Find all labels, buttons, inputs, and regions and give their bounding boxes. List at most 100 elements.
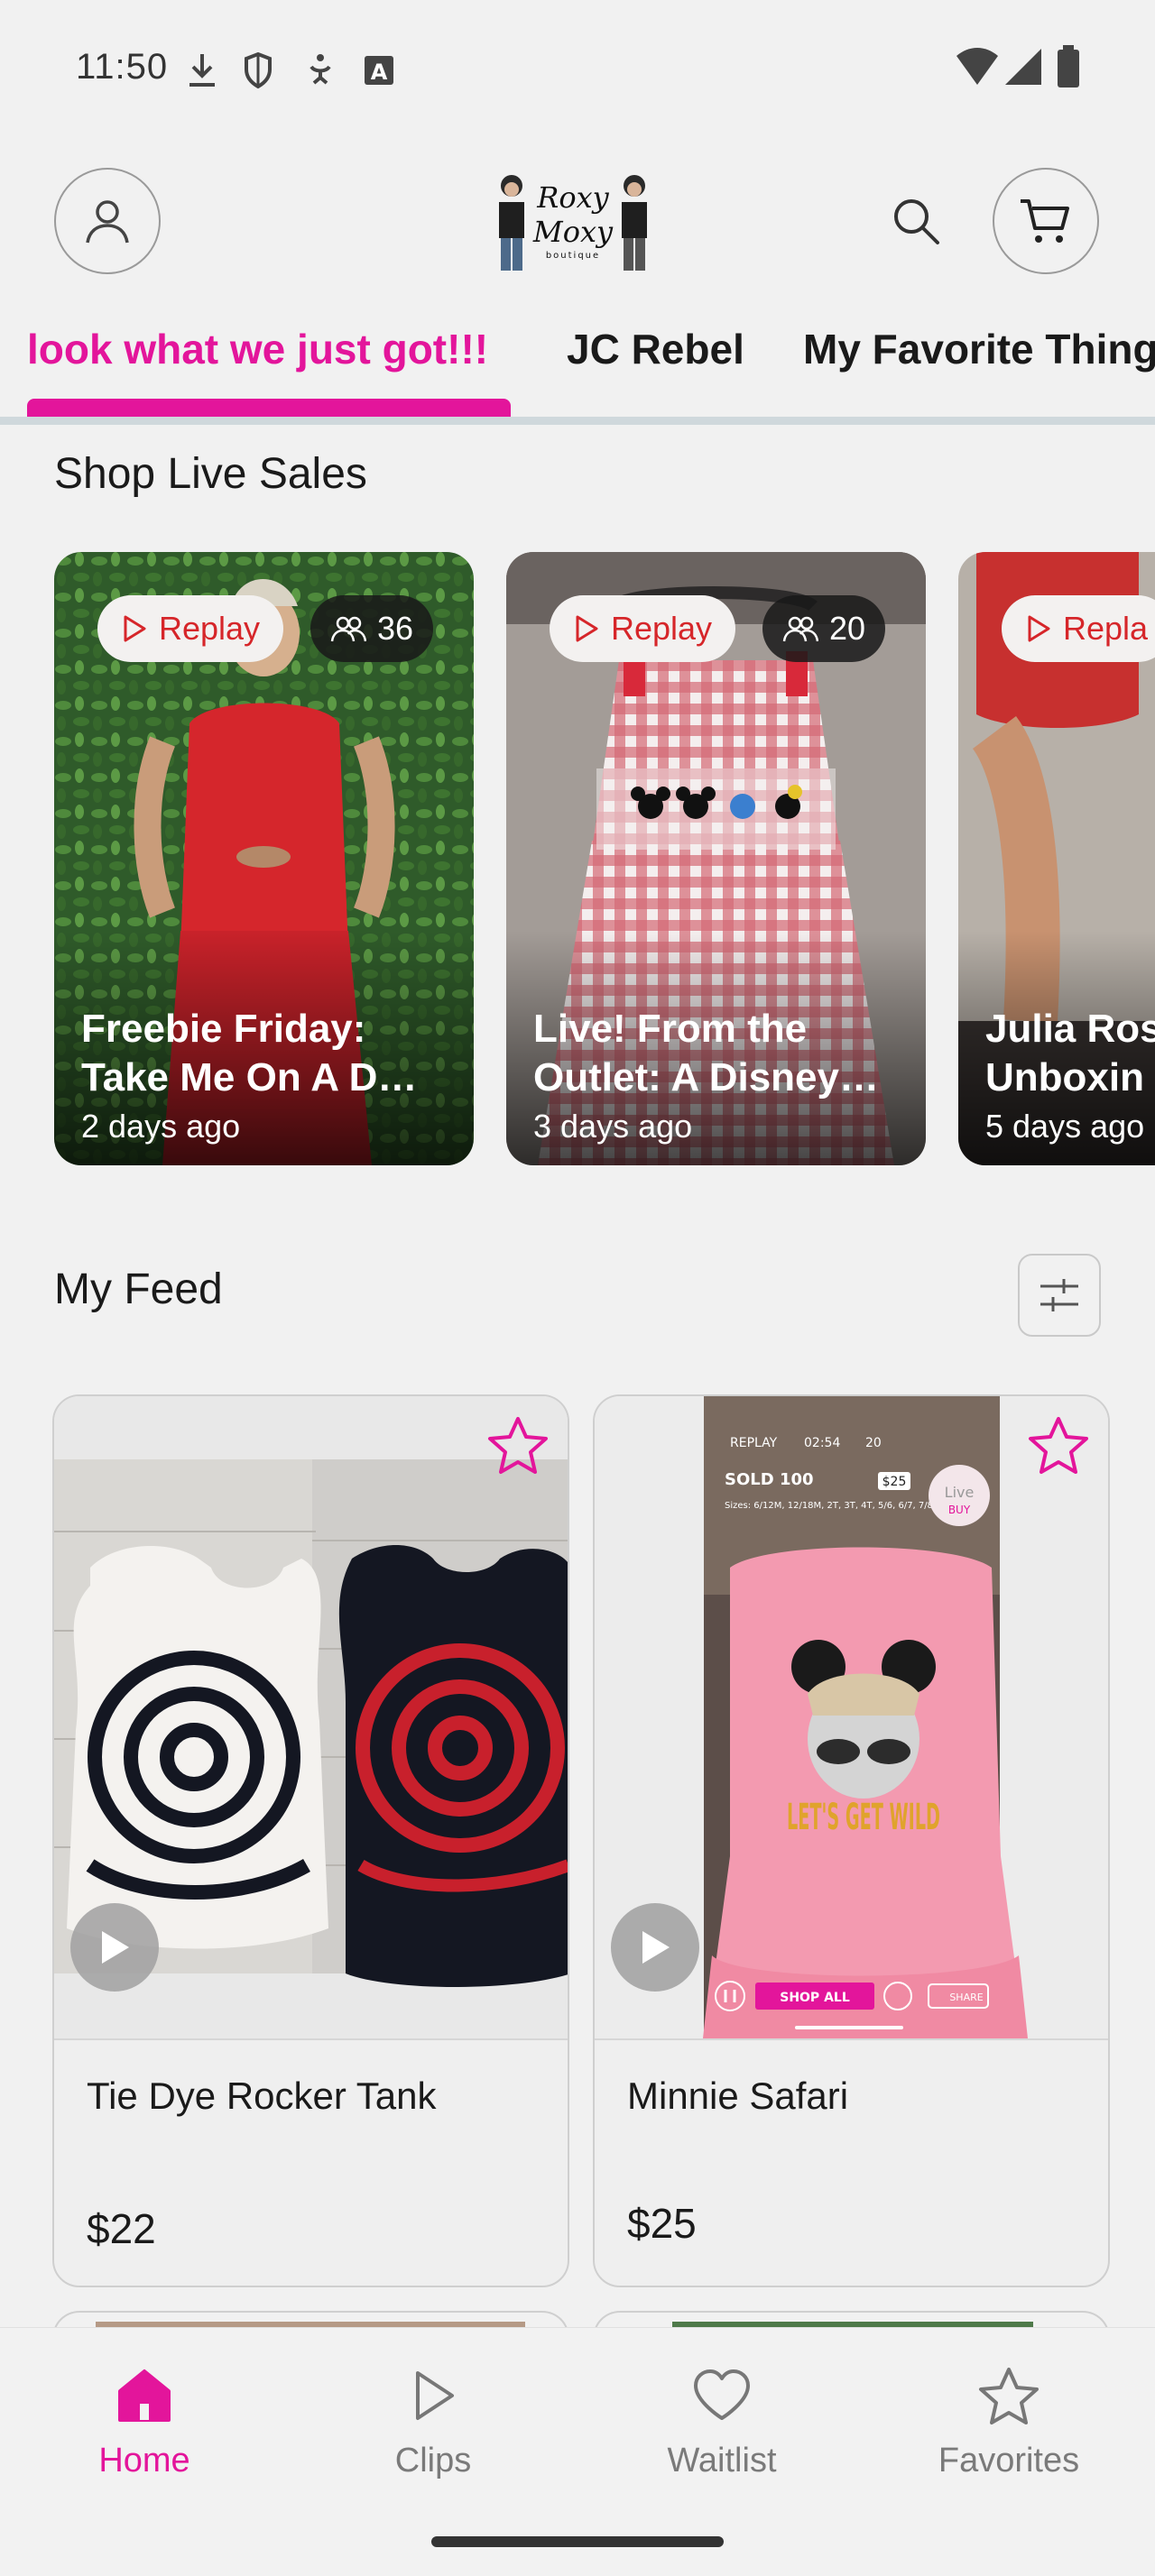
viewer-count: 36 [377, 610, 414, 647]
group-icon [330, 616, 366, 642]
user-icon [86, 200, 129, 244]
viewers-badge: 36 [310, 595, 434, 662]
live-sale-card[interactable]: Repla Julia Ros Unboxin 5 days ago [958, 552, 1155, 1165]
product-name: Tie Dye Rocker Tank [87, 2075, 437, 2117]
card-divider [595, 2038, 1108, 2040]
live-sale-title-line2: Take Me On A D… [81, 1055, 418, 1099]
brand-logo[interactable]: Roxy Moxy boutique [492, 171, 654, 272]
tab-my-favorite-things[interactable]: My Favorite Thing [803, 325, 1155, 373]
favorite-button[interactable] [1023, 1411, 1094, 1481]
product-price: $22 [87, 2205, 156, 2252]
replay-label: Repla [1063, 610, 1149, 647]
home-icon [118, 2369, 171, 2422]
nav-home[interactable]: Home [36, 2364, 253, 2480]
heart-icon [694, 2369, 750, 2420]
search-icon [894, 199, 939, 244]
download-icon [189, 54, 215, 87]
account-button[interactable] [54, 168, 161, 274]
feed-title: My Feed [54, 1265, 223, 1313]
play-video-button[interactable] [70, 1903, 159, 1992]
svg-text:A: A [371, 60, 388, 85]
viewers-badge: 20 [762, 595, 886, 662]
accessibility-icon [310, 54, 331, 85]
group-icon [782, 616, 818, 642]
overlay-live: Live [945, 1484, 975, 1501]
play-outline-icon [416, 2371, 454, 2420]
live-sale-title: Julia Ros Unboxin [985, 1005, 1155, 1102]
replay-badge: Replay [550, 595, 736, 662]
tab-look-what-we-just-got[interactable]: look what we just got!!! [27, 325, 488, 373]
live-sale-title-line2: Unboxin [985, 1055, 1144, 1099]
live-sale-title-line1: Live! From the [533, 1007, 808, 1051]
search-button[interactable] [880, 185, 952, 257]
live-sale-title-line1: Julia Ros [985, 1007, 1155, 1051]
play-icon [102, 1931, 129, 1964]
live-sale-time: 2 days ago [81, 1108, 241, 1145]
live-sale-title-line2: Outlet: A Disney… [533, 1055, 880, 1099]
replay-label: Replay [611, 610, 713, 647]
play-outline-icon [576, 615, 598, 642]
play-outline-icon [124, 615, 146, 642]
overlay-replay: REPLAY [730, 1436, 778, 1450]
cart-icon [1021, 199, 1069, 243]
active-tab-indicator [27, 399, 511, 417]
overlay-buy: BUY [948, 1504, 971, 1516]
nav-favorites-label: Favorites [938, 2442, 1080, 2479]
logo-text-boutique: boutique [546, 251, 600, 261]
replay-badge: Repla [1002, 595, 1155, 662]
product-card[interactable]: LET'S GET WILD REPLAY 02:54 20 SOLD 100 … [593, 1394, 1110, 2287]
live-sale-title: Live! From the Outlet: A Disney… [533, 1005, 906, 1102]
live-sale-title: Freebie Friday: Take Me On A D… [81, 1005, 454, 1102]
nav-waitlist-label: Waitlist [667, 2442, 777, 2479]
logo-text-moxy: Moxy [532, 215, 614, 249]
live-sale-card[interactable]: Replay 20 Live! From the Outlet: A Disne… [506, 552, 926, 1165]
star-outline-icon [1029, 1417, 1088, 1474]
overlay-duration: 02:54 [804, 1436, 840, 1450]
sliders-icon [1040, 1279, 1078, 1311]
play-video-button[interactable] [611, 1903, 699, 1992]
cellular-signal-icon [1005, 49, 1041, 85]
overlay-shop-all: SHOP ALL [780, 1991, 850, 2005]
app-root: 11:50 A Roxy Moxy boutique look what we … [0, 0, 1155, 2576]
nav-home-label: Home [98, 2442, 190, 2479]
star-icon [979, 2368, 1039, 2424]
overlay-sold: SOLD 100 [725, 1470, 814, 1489]
star-outline-icon [488, 1417, 548, 1474]
product-name: Minnie Safari [627, 2075, 849, 2117]
live-sale-time: 5 days ago [985, 1108, 1145, 1145]
cart-button[interactable] [993, 168, 1099, 274]
filter-button[interactable] [1018, 1254, 1101, 1337]
product-price: $25 [627, 2200, 697, 2247]
product-card[interactable]: Tie Dye Rocker Tank $22 [52, 1394, 569, 2287]
shirt-graphic-text: LET'S GET WILD [787, 1797, 940, 1838]
wifi-icon [956, 48, 998, 85]
live-sale-card[interactable]: Replay 36 Freebie Friday: Take Me On A D… [54, 552, 474, 1165]
overlay-sizes: Sizes: 6/12M, 12/18M, 2T, 3T, 4T, 5/6, 6… [725, 1501, 933, 1511]
viewer-count: 20 [829, 610, 866, 647]
live-sale-time: 3 days ago [533, 1108, 693, 1145]
play-outline-icon [1028, 615, 1050, 642]
home-indicator[interactable] [431, 2536, 724, 2547]
overlay-share: SHARE [949, 1992, 983, 2003]
tab-jc-rebel[interactable]: JC Rebel [567, 325, 744, 373]
battery-icon [1058, 45, 1079, 87]
status-bar: 11:50 A [0, 0, 1155, 135]
overlay-views: 20 [865, 1436, 882, 1450]
tabs-divider [0, 417, 1155, 425]
card-divider [54, 2038, 568, 2040]
live-sale-title-line1: Freebie Friday: [81, 1007, 366, 1051]
favorite-button[interactable] [483, 1411, 553, 1481]
play-icon [642, 1931, 670, 1964]
status-time: 11:50 [76, 47, 169, 87]
replay-badge: Replay [97, 595, 284, 662]
nav-favorites[interactable]: Favorites [901, 2364, 1117, 2480]
logo-text-roxy: Roxy [536, 180, 609, 215]
live-sales-title: Shop Live Sales [54, 450, 367, 498]
nav-clips-label: Clips [394, 2442, 472, 2479]
replay-label: Replay [159, 610, 261, 647]
nav-waitlist[interactable]: Waitlist [614, 2364, 830, 2480]
font-a-icon: A [365, 56, 393, 85]
nav-clips[interactable]: Clips [325, 2364, 541, 2480]
overlay-price: $25 [882, 1475, 907, 1489]
shield-icon [245, 51, 272, 89]
